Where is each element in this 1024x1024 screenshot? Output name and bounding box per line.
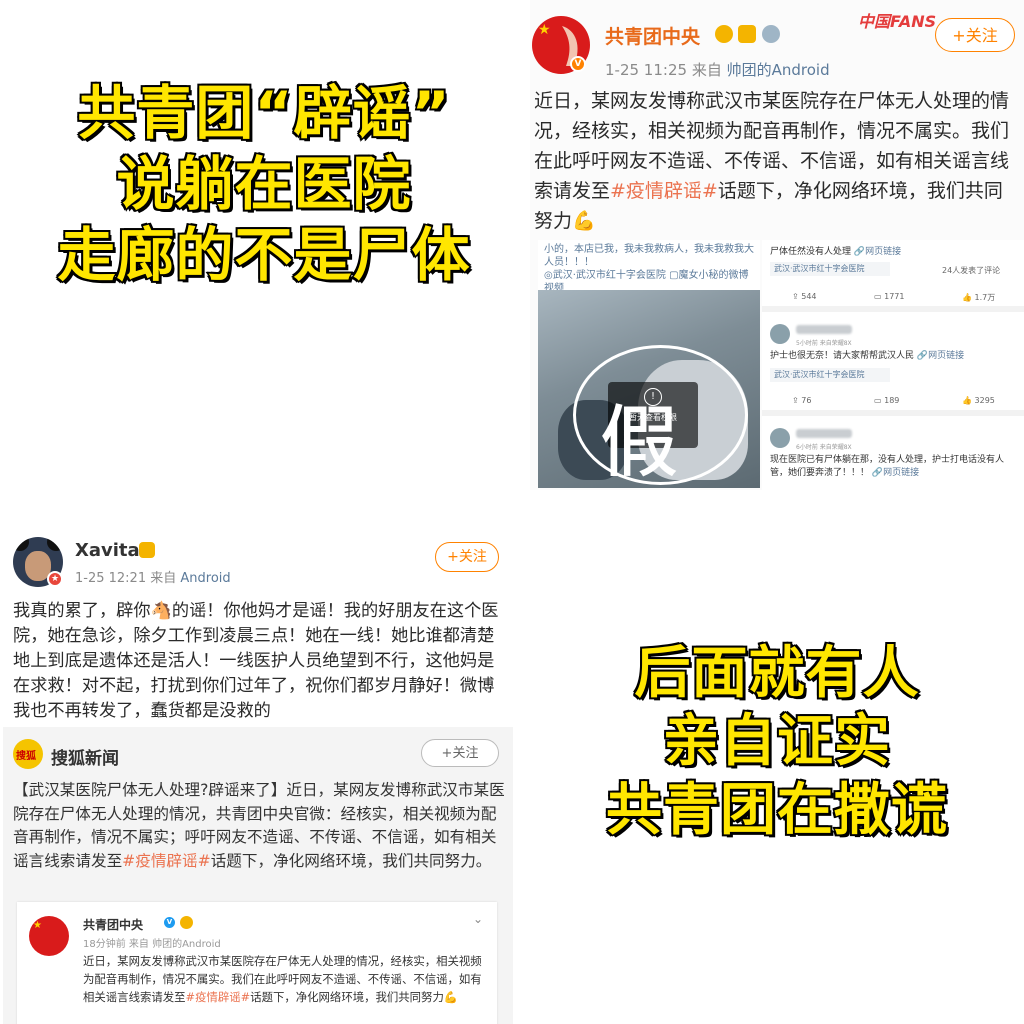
member-badge-icon <box>738 25 756 43</box>
chevron-down-icon[interactable]: ⌄ <box>473 912 483 926</box>
caption-bottom-line-1: 后面就有人 <box>633 639 920 707</box>
web-link[interactable]: 🔗网页链接 <box>872 468 919 478</box>
avatar[interactable] <box>770 324 790 344</box>
caption-bottom: 后面就有人 亲自证实 共青团在撒谎 <box>530 639 1024 845</box>
author-name[interactable]: 共青团中央 <box>605 22 700 49</box>
embedded-text-part: 话题下，净化网络环境，我们共同努力💪 <box>250 990 459 1004</box>
like-count[interactable]: 👍 3295 <box>962 396 995 405</box>
post-text: 我真的累了，辟你🐴的谣！你他妈才是谣！我的好朋友在这个医院，她在急诊，除夕工作到… <box>13 601 499 721</box>
avatar-ear <box>13 537 29 551</box>
post-time: 5小时前 来自荣耀8X <box>796 340 852 347</box>
repost-count[interactable]: ⇪ 76 <box>792 396 811 405</box>
post-time: 6小时前 来自荣耀8X <box>796 444 852 451</box>
location-tag[interactable]: 武汉·武汉市红十字会医院 <box>770 262 890 276</box>
embedded-meta: 18分钟前 来自 帅团的Android <box>83 939 221 950</box>
count: 76 <box>801 396 812 405</box>
video-caption: 小的，本店已我，我未我救病人，我未我救我大人员！！！ ◎武汉·武汉市红十字会医院… <box>538 240 760 294</box>
comment-count[interactable]: ▭ 1771 <box>874 292 904 301</box>
post-meta: 1-25 11:25 来自 帅团的Android <box>605 59 830 80</box>
reposted-card[interactable]: 搜狐 搜狐新闻 +关注 【武汉某医院尸体无人处理?辟谣来了】近日，某网友发博称武… <box>3 727 513 1024</box>
reposted-author-name[interactable]: 搜狐新闻 <box>51 744 119 769</box>
related-post[interactable]: 5小时前 来自荣耀8X 护士也很无奈！请大家帮帮武汉人民 🔗网页链接 武汉·武汉… <box>762 316 1024 416</box>
like-count[interactable]: 👍 1.7万 <box>962 292 995 303</box>
likes-note: 24人发表了评论 <box>942 266 1001 275</box>
post-time: 1-25 12:21 <box>75 571 147 586</box>
caption-bottom-line-2: 亲自证实 <box>662 708 892 776</box>
related-post-text: 现在医院已有尸体躺在那，没有人处理，护士打电话没有人管，她们要奔溃了！！！ 🔗网… <box>770 454 1016 480</box>
verified-badge-icon: V <box>163 916 176 929</box>
hashtag-link[interactable]: #疫情辟谣# <box>186 990 251 1004</box>
comment-text: 护士也很无奈！请大家帮帮武汉人民 <box>770 351 915 361</box>
hashtag-link[interactable]: #疫情辟谣# <box>610 180 718 202</box>
fans-logo: 中国FANS <box>858 12 937 31</box>
follow-button[interactable]: +关注 <box>421 739 499 767</box>
crown-icon <box>715 25 733 43</box>
caption-top-line-2: 说躺在医院 <box>115 148 412 219</box>
web-link[interactable]: 🔗网页链接 <box>854 247 901 257</box>
avatar[interactable] <box>770 428 790 448</box>
weibo-post-top: ★ V 共青团中央 中国FANS +关注 1-25 11:25 来自 帅团的An… <box>530 0 1024 490</box>
location-tag[interactable]: 武汉·武汉市红十字会医院 <box>770 368 890 382</box>
caption-top-line-1: 共青团“辟谣” <box>76 78 451 149</box>
weibo-post-bottom: ★ Xavitas +关注 1-25 12:21 来自 Android 我真的累… <box>3 517 513 1024</box>
related-post[interactable]: 6小时前 来自荣耀8X 现在医院已有尸体躺在那，没有人处理，护士打电话没有人管，… <box>762 422 1024 490</box>
count: 1771 <box>884 292 905 301</box>
blurred-username <box>796 429 852 438</box>
comment-count[interactable]: ▭ 189 <box>874 396 899 405</box>
post-meta: 1-25 12:21 来自 Android <box>75 567 231 586</box>
caption-top-line-3: 走廊的不是尸体 <box>56 219 471 290</box>
avatar-ear <box>47 537 63 551</box>
crown-icon <box>180 916 193 929</box>
web-link[interactable]: 🔗网页链接 <box>917 351 964 361</box>
embedded-text: 近日，某网友发博称武汉市某医院存在尸体无人处理的情况，经核实，相关视频为配音再制… <box>83 952 488 1006</box>
embedded-post[interactable]: ★ 共青团中央 V ⌄ 18分钟前 来自 帅团的Android 近日，某网友发博… <box>17 902 497 1024</box>
repost-count[interactable]: ⇪ 544 <box>792 292 817 301</box>
post-source[interactable]: 帅团的Android <box>727 61 830 79</box>
count: 3295 <box>974 396 995 405</box>
avatar-label: 搜狐 <box>16 751 36 762</box>
count: 1.7万 <box>974 293 996 302</box>
reposted-text: 【武汉某医院尸体无人处理?辟谣来了】近日，某网友发博称武汉市某医院存在尸体无人处… <box>13 779 508 873</box>
video-thumbnail[interactable]: 小的，本店已我，我未我救病人，我未我救我大人员！！！ ◎武汉·武汉市红十字会医院… <box>538 240 760 488</box>
count: 544 <box>801 292 817 301</box>
follow-button[interactable]: +关注 <box>935 18 1015 52</box>
related-post-text: 护士也很无奈！请大家帮帮武汉人民 🔗网页链接 <box>770 350 1016 363</box>
member-badge-icon <box>139 542 155 558</box>
medal-icon <box>762 25 780 43</box>
related-post[interactable]: 尸体任然没有人处理 🔗网页链接 武汉·武汉市红十字会医院 24人发表了评论 ⇪ … <box>762 240 1024 312</box>
post-source[interactable]: Android <box>180 571 230 586</box>
follow-button[interactable]: +关注 <box>435 542 499 572</box>
embedded-author-name[interactable]: 共青团中央 <box>83 916 143 933</box>
post-time: 1-25 11:25 <box>605 61 688 79</box>
related-posts: 尸体任然没有人处理 🔗网页链接 武汉·武汉市红十字会医院 24人发表了评论 ⇪ … <box>762 240 1024 490</box>
source-prefix: 来自 <box>691 61 722 79</box>
hashtag-link[interactable]: #疫情辟谣# <box>122 852 211 870</box>
source-prefix: 来自 <box>150 571 177 586</box>
fake-stamp: 假 <box>599 398 679 489</box>
blurred-username <box>796 325 852 334</box>
comment-text: 尸体任然没有人处理 <box>770 247 852 257</box>
reposted-text-part: 话题下，净化网络环境，我们共同努力。 <box>210 851 492 870</box>
caption-top: 共青团“辟谣” 说躺在医院 走廊的不是尸体 <box>0 78 528 290</box>
avatar[interactable]: ★ <box>29 916 69 956</box>
star-icon: ★ <box>33 920 42 931</box>
post-text: 近日，某网友发博称武汉市某医院存在尸体无人处理的情况，经核实，相关视频为配音再制… <box>530 86 1020 236</box>
caption-bottom-line-3: 共青团在撒谎 <box>605 776 949 844</box>
member-badge-icon: ★ <box>47 571 63 587</box>
avatar[interactable]: 搜狐 <box>13 739 43 769</box>
video-caption-text: 小的，本店已我，我未我救病人，我未我救我大人员！！！ <box>544 244 754 268</box>
count: 189 <box>884 396 900 405</box>
related-post-text: 尸体任然没有人处理 🔗网页链接 <box>770 246 1016 259</box>
verified-badge-icon: V <box>570 56 586 72</box>
